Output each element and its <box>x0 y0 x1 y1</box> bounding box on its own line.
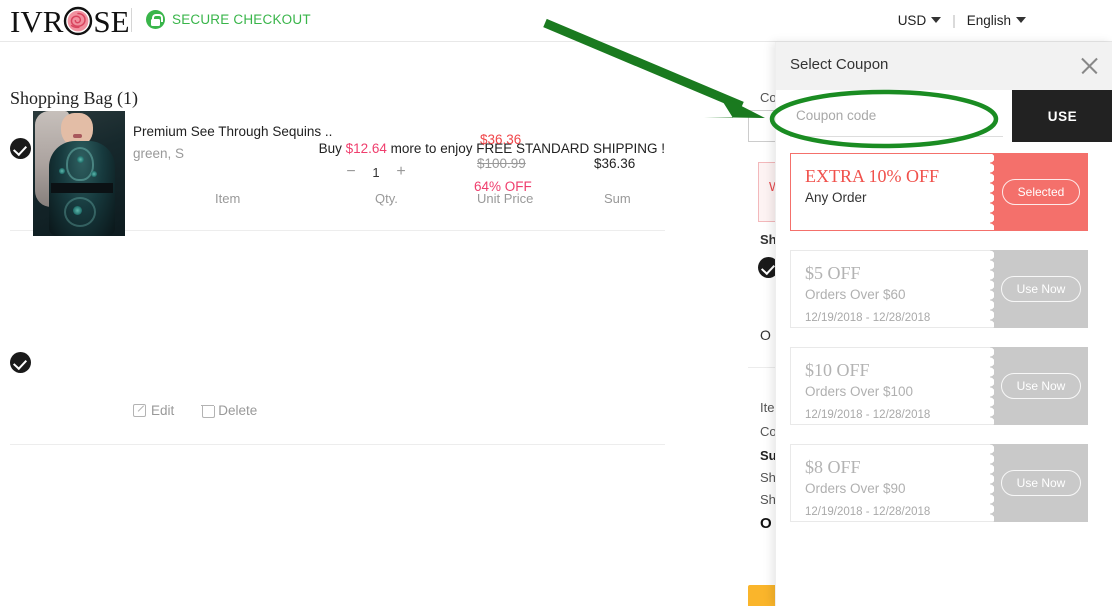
coupon-condition: Orders Over $60 <box>805 287 906 302</box>
promo-amount: $12.64 <box>345 141 387 156</box>
coupon-code-row: USE <box>776 90 1112 142</box>
delete-button[interactable]: Delete <box>201 403 258 418</box>
shopping-cart-section: Shopping Bag (1) Select All Buy $12.64 m… <box>0 42 775 606</box>
chevron-down-icon <box>1016 17 1026 23</box>
edit-button[interactable]: Edit <box>133 403 174 418</box>
coupon-panel-header: Select Coupon <box>776 42 1112 90</box>
coupon-condition: Orders Over $100 <box>805 384 914 399</box>
coupon-serrated-edge <box>990 347 998 425</box>
coupon-condition: Orders Over $90 <box>805 481 906 496</box>
edit-label: Edit <box>151 403 175 418</box>
unit-price-current: $36.36 <box>480 132 522 147</box>
language-value: English <box>966 13 1011 28</box>
summary-items-label: Ite <box>760 400 775 415</box>
coupon-card-info: EXTRA 10% OFF Any Order <box>790 153 994 231</box>
coupon-dates: 12/19/2018 - 12/28/2018 <box>805 506 931 518</box>
delete-label: Delete <box>218 403 258 418</box>
logo-divider <box>131 8 132 32</box>
secure-checkout-label: SECURE CHECKOUT <box>172 12 311 27</box>
lock-icon <box>146 10 165 29</box>
coupon-panel-title: Select Coupon <box>790 56 889 73</box>
column-header-sum: Sum <box>604 191 631 206</box>
thumb-sequin <box>59 168 65 174</box>
summary-order-total-label: O <box>760 515 772 532</box>
coupon-action-label[interactable]: Selected <box>1001 179 1081 205</box>
coupon-dates: 12/19/2018 - 12/28/2018 <box>805 312 931 324</box>
rose-icon <box>63 6 93 36</box>
thumb-sequin <box>91 171 97 177</box>
coupon-card-action[interactable]: Use Now <box>990 444 1088 522</box>
thumb-lips <box>73 134 82 138</box>
edit-icon <box>133 404 146 417</box>
site-logo[interactable]: IVR SE <box>10 2 130 40</box>
thumb-belt <box>51 183 113 193</box>
coupon-action-label[interactable]: Use Now <box>1000 373 1082 399</box>
coupon-card-action[interactable]: Selected <box>990 153 1088 231</box>
cart-item-actions: Edit Delete <box>133 403 257 418</box>
currency-value: USD <box>897 13 927 28</box>
coupon-card-action[interactable]: Use Now <box>990 250 1088 328</box>
discount-badge: 64% OFF <box>474 179 532 194</box>
coupon-card[interactable]: $10 OFF Orders Over $100 12/19/2018 - 12… <box>790 347 1088 425</box>
thumb-pattern-top <box>66 147 94 181</box>
coupon-card[interactable]: $5 OFF Orders Over $60 12/19/2018 - 12/2… <box>790 250 1088 328</box>
coupon-list: EXTRA 10% OFF Any Order Selected $5 OFF … <box>790 153 1100 541</box>
column-header-item: Item <box>215 191 241 206</box>
locale-divider: | <box>952 13 956 28</box>
coupon-action-label[interactable]: Use Now <box>1000 470 1082 496</box>
use-coupon-button[interactable]: USE <box>1012 90 1112 142</box>
locale-selectors: USD | English <box>898 13 1026 28</box>
promo-prefix: Buy <box>318 141 346 156</box>
coupon-serrated-edge <box>990 153 998 231</box>
coupon-title: EXTRA 10% OFF <box>805 166 940 186</box>
summary-options-label: O <box>760 327 771 343</box>
cart-item-checkbox[interactable] <box>10 352 31 373</box>
promo-suffix: more to enjoy FREE STANDARD SHIPPING ! <box>386 141 665 156</box>
line-sum: $36.36 <box>594 156 636 171</box>
currency-selector[interactable]: USD <box>898 13 942 28</box>
column-header-qty: Qty. <box>375 191 398 206</box>
secure-checkout-badge: SECURE CHECKOUT <box>146 10 311 29</box>
coupon-dates: 12/19/2018 - 12/28/2018 <box>805 409 931 421</box>
coupon-title: $10 OFF <box>805 360 870 380</box>
coupon-serrated-edge <box>990 250 998 328</box>
trash-icon <box>201 404 216 418</box>
page-title: Shopping Bag (1) <box>10 88 138 108</box>
coupon-card-action[interactable]: Use Now <box>990 347 1088 425</box>
unit-price-original: $100.99 <box>477 156 526 171</box>
thumb-sequin <box>73 206 82 215</box>
logo-text-left: IVR <box>10 3 64 39</box>
qty-value: 1 <box>372 164 380 180</box>
coupon-title: $5 OFF <box>805 263 861 283</box>
product-variant: green, S <box>133 146 185 161</box>
coupon-code-input[interactable] <box>790 95 1003 137</box>
language-selector[interactable]: English <box>967 13 1026 28</box>
site-header: IVR SE SECURE CHECKOUT USD | English <box>0 0 1112 42</box>
coupon-condition: Any Order <box>805 190 867 205</box>
logo-text-right: SE <box>93 3 130 39</box>
coupon-card[interactable]: $8 OFF Orders Over $90 12/19/2018 - 12/2… <box>790 444 1088 522</box>
cart-item-row <box>10 231 665 445</box>
product-name[interactable]: Premium See Through Sequins ... <box>133 124 333 139</box>
select-all-checkbox[interactable] <box>10 138 31 159</box>
coupon-action-label[interactable]: Use Now <box>1000 276 1082 302</box>
coupon-card-info: $10 OFF Orders Over $100 12/19/2018 - 12… <box>790 347 994 425</box>
qty-decrease-button[interactable]: − <box>345 163 357 181</box>
summary-shipping-insurance-label: Sh <box>760 492 776 507</box>
quantity-stepper: − 1 + <box>345 163 407 181</box>
thumb-sequin <box>77 156 84 163</box>
qty-increase-button[interactable]: + <box>395 163 407 181</box>
coupon-card-info: $8 OFF Orders Over $90 12/19/2018 - 12/2… <box>790 444 994 522</box>
coupon-serrated-edge <box>990 444 998 522</box>
coupon-title: $8 OFF <box>805 457 861 477</box>
summary-shipping-fee-label: Sh <box>760 470 776 485</box>
select-coupon-panel: Select Coupon USE EXTRA 10% OFF Any Orde… <box>775 42 1112 606</box>
product-thumbnail[interactable] <box>33 111 125 236</box>
close-icon[interactable] <box>1076 53 1102 79</box>
coupon-card-info: $5 OFF Orders Over $60 12/19/2018 - 12/2… <box>790 250 994 328</box>
chevron-down-icon <box>931 17 942 23</box>
coupon-card[interactable]: EXTRA 10% OFF Any Order Selected <box>790 153 1088 231</box>
